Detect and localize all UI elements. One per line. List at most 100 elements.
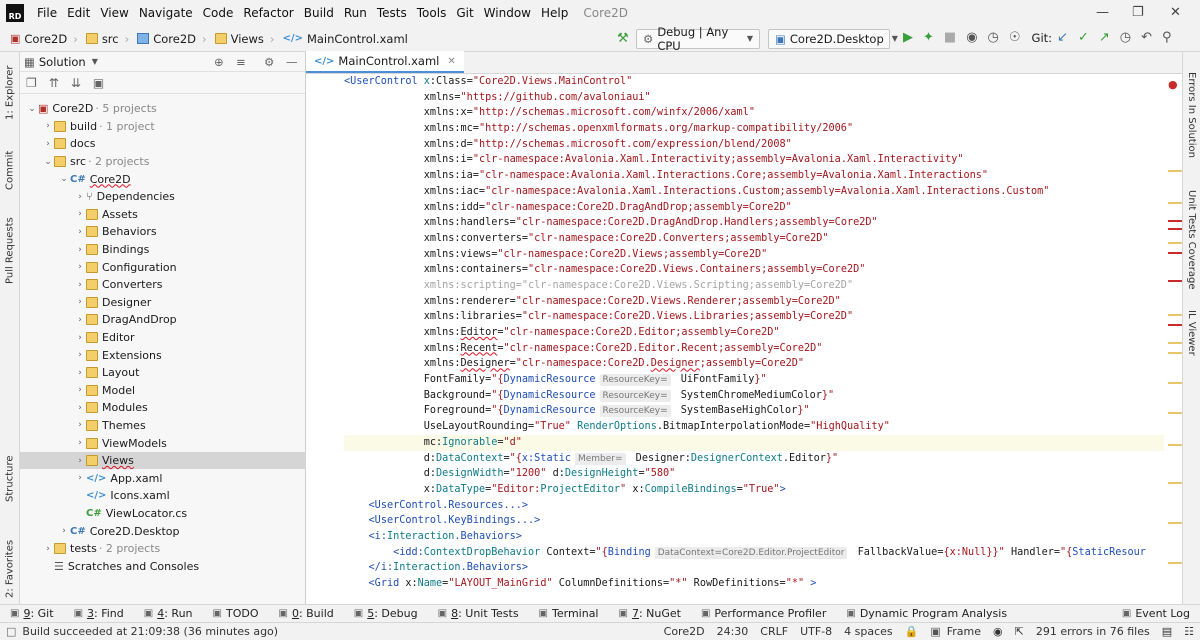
tab-il-viewer[interactable]: IL Viewer (1186, 310, 1197, 370)
code-line[interactable]: 4 xmlns:mc="http://schemas.openxmlformat… (344, 121, 1164, 137)
breadcrumb-file[interactable]: </> MainControl.xaml (279, 32, 412, 46)
warning-marker[interactable] (1168, 412, 1182, 414)
code-line[interactable]: 9 xmlns:idd="clr-namespace:Core2D.DragAn… (344, 200, 1164, 216)
code-line[interactable]: 24 mc:Ignorable="d" (344, 434, 1164, 451)
code-line[interactable]: 13 xmlns:containers="clr-namespace:Core2… (344, 262, 1164, 278)
collapse-all-icon[interactable]: ≡ (236, 55, 246, 69)
code-line[interactable]: 23 UseLayoutRounding="True" RenderOption… (344, 419, 1164, 435)
tab-structure[interactable]: Structure (0, 446, 20, 502)
chevron-right-icon[interactable]: › (74, 385, 86, 395)
code-line[interactable]: 44 <idd:ContextDropBehavior Context="{Bi… (344, 545, 1164, 561)
cursor-icon[interactable]: ⇱ (1015, 625, 1024, 638)
warning-marker[interactable] (1168, 202, 1182, 204)
warning-marker[interactable] (1168, 522, 1182, 524)
chevron-right-icon[interactable]: › (42, 544, 54, 554)
status-icon[interactable]: □ (6, 625, 16, 638)
tree-item[interactable]: </> Icons.xaml (20, 487, 306, 505)
tree-item[interactable]: › Views (20, 451, 306, 470)
tree-item[interactable]: ⌄ C# Core2D (20, 170, 306, 188)
configuration-combo[interactable]: ⚙ Debug | Any CPU ▼ (636, 25, 760, 53)
status-line-ending[interactable]: CRLF (760, 625, 788, 638)
run-project-combo[interactable]: ▣ Core2D.Desktop ▼ (768, 28, 898, 49)
tree-item[interactable]: › Layout (20, 364, 306, 382)
code-line[interactable]: 6 xmlns:i="clr-namespace:Avalonia.Xaml.I… (344, 152, 1164, 168)
menu-view[interactable]: View (95, 6, 133, 20)
tree-item[interactable]: › DragAndDrop (20, 311, 306, 329)
menu-window[interactable]: Window (479, 6, 536, 20)
chevron-right-icon[interactable]: › (74, 209, 86, 219)
code-line[interactable]: 11 xmlns:converters="clr-namespace:Core2… (344, 231, 1164, 247)
code-line[interactable]: 20 FontFamily="{DynamicResourceResourceK… (344, 372, 1164, 388)
chevron-right-icon[interactable]: › (74, 315, 86, 325)
git-rollback-icon[interactable]: ↶ (1141, 30, 1152, 45)
warning-marker[interactable] (1168, 342, 1182, 344)
memory-icon[interactable]: ☷ (1184, 625, 1194, 638)
git-commit-icon[interactable]: ✓ (1078, 30, 1089, 45)
code-line[interactable]: 7 xmlns:ia="clr-namespace:Avalonia.Xaml.… (344, 168, 1164, 184)
chevron-right-icon[interactable]: › (74, 403, 86, 413)
status-indent[interactable]: 4 spaces (844, 625, 893, 638)
tree-item[interactable]: › tests · 2 projects (20, 540, 306, 558)
status-position[interactable]: 24:30 (717, 625, 749, 638)
code-line[interactable]: 28 <UserControl.Resources...> (344, 498, 1164, 514)
status-message[interactable]: Build succeeded at 21:09:38 (36 minutes … (22, 625, 278, 638)
menu-code[interactable]: Code (198, 6, 239, 20)
menu-tests[interactable]: Tests (372, 6, 412, 20)
tree-item[interactable]: › build · 1 project (20, 118, 306, 136)
code-line[interactable]: 10 xmlns:handlers="clr-namespace:Core2D.… (344, 215, 1164, 231)
breadcrumb-src[interactable]: src › (82, 32, 133, 46)
tree-item[interactable]: ☰ Scratches and Consoles (20, 557, 306, 575)
menu-help[interactable]: Help (536, 6, 573, 20)
chevron-right-icon[interactable]: › (74, 333, 86, 343)
bottom-tab-run[interactable]: ▣ 4: Run (144, 607, 193, 620)
code-line[interactable]: 2 xmlns="https://github.com/avaloniaui" (344, 90, 1164, 106)
code-line[interactable]: 45 </i:Interaction.Behaviors> (344, 560, 1164, 576)
chevron-right-icon[interactable]: › (42, 121, 54, 131)
code-line[interactable]: 5 xmlns:d="http://schemas.microsoft.com/… (344, 137, 1164, 153)
profiler-clock-icon[interactable]: ◷ (988, 30, 999, 45)
code-line[interactable]: 16 xmlns:libraries="clr-namespace:Core2D… (344, 309, 1164, 325)
gear-icon[interactable]: ⚙ (264, 55, 274, 69)
lock-icon[interactable]: 🔒 (905, 625, 919, 638)
tree-item[interactable]: › Designer (20, 294, 306, 312)
chevron-right-icon[interactable]: › (74, 420, 86, 430)
tree-item[interactable]: › Modules (20, 399, 306, 417)
editor-tab-mainc[interactable]: </> MainControl.xaml ✕ (306, 51, 464, 73)
error-marker[interactable] (1168, 324, 1182, 326)
tree-item[interactable]: C# ViewLocator.cs (20, 505, 306, 523)
chevron-right-icon[interactable]: › (74, 438, 86, 448)
menu-navigate[interactable]: Navigate (134, 6, 198, 20)
code-line[interactable]: 1<UserControl x:Class="Core2D.Views.Main… (344, 74, 1164, 90)
hide-panel-icon[interactable]: — (286, 55, 298, 69)
code-line[interactable]: 12 xmlns:views="clr-namespace:Core2D.Vie… (344, 247, 1164, 263)
warning-marker[interactable] (1168, 170, 1182, 172)
breadcrumb-views[interactable]: Views › (211, 32, 279, 46)
chevron-down-icon[interactable]: ⌄ (42, 157, 54, 167)
code-line[interactable]: 43 <i:Interaction.Behaviors> (344, 529, 1164, 545)
bottom-tab-todo[interactable]: ▣ TODO (213, 607, 259, 620)
chevron-right-icon[interactable]: › (74, 227, 86, 237)
tree-item[interactable]: › </> App.xaml (20, 469, 306, 487)
git-push-icon[interactable]: ↗ (1099, 30, 1110, 45)
code-line[interactable]: 22 Foreground="{DynamicResourceResourceK… (344, 403, 1164, 419)
tree-item[interactable]: › Editor (20, 329, 306, 347)
tree-item[interactable]: › Extensions (20, 346, 306, 364)
chevron-right-icon[interactable]: › (58, 526, 70, 536)
chevron-right-icon[interactable]: › (74, 280, 86, 290)
code-line[interactable]: 3 xmlns:x="http://schemas.microsoft.com/… (344, 105, 1164, 121)
tab-errors-in-solution[interactable]: Errors In Solution (1186, 72, 1197, 190)
chevron-right-icon[interactable]: › (74, 297, 86, 307)
menu-refactor[interactable]: Refactor (238, 6, 298, 20)
warning-marker[interactable] (1168, 444, 1182, 446)
chevron-right-icon[interactable]: › (42, 139, 54, 149)
stop-icon[interactable]: ■ (944, 30, 956, 45)
code-line[interactable]: 32 <UserControl.KeyBindings...> (344, 513, 1164, 529)
tree-item[interactable]: ⌄ src · 2 projects (20, 153, 306, 171)
close-icon[interactable]: ✕ (447, 56, 455, 67)
git-update-icon[interactable]: ↙ (1057, 30, 1068, 45)
tree-item[interactable]: ⌄ ▣ Core2D · 5 projects (20, 100, 306, 118)
warning-marker[interactable] (1168, 352, 1182, 354)
chevron-down-icon[interactable]: ⌄ (26, 104, 38, 114)
bottom-tab-unittests[interactable]: ▣ 8: Unit Tests (438, 607, 519, 620)
bottom-tab-find[interactable]: ▣ 3: Find (74, 607, 124, 620)
